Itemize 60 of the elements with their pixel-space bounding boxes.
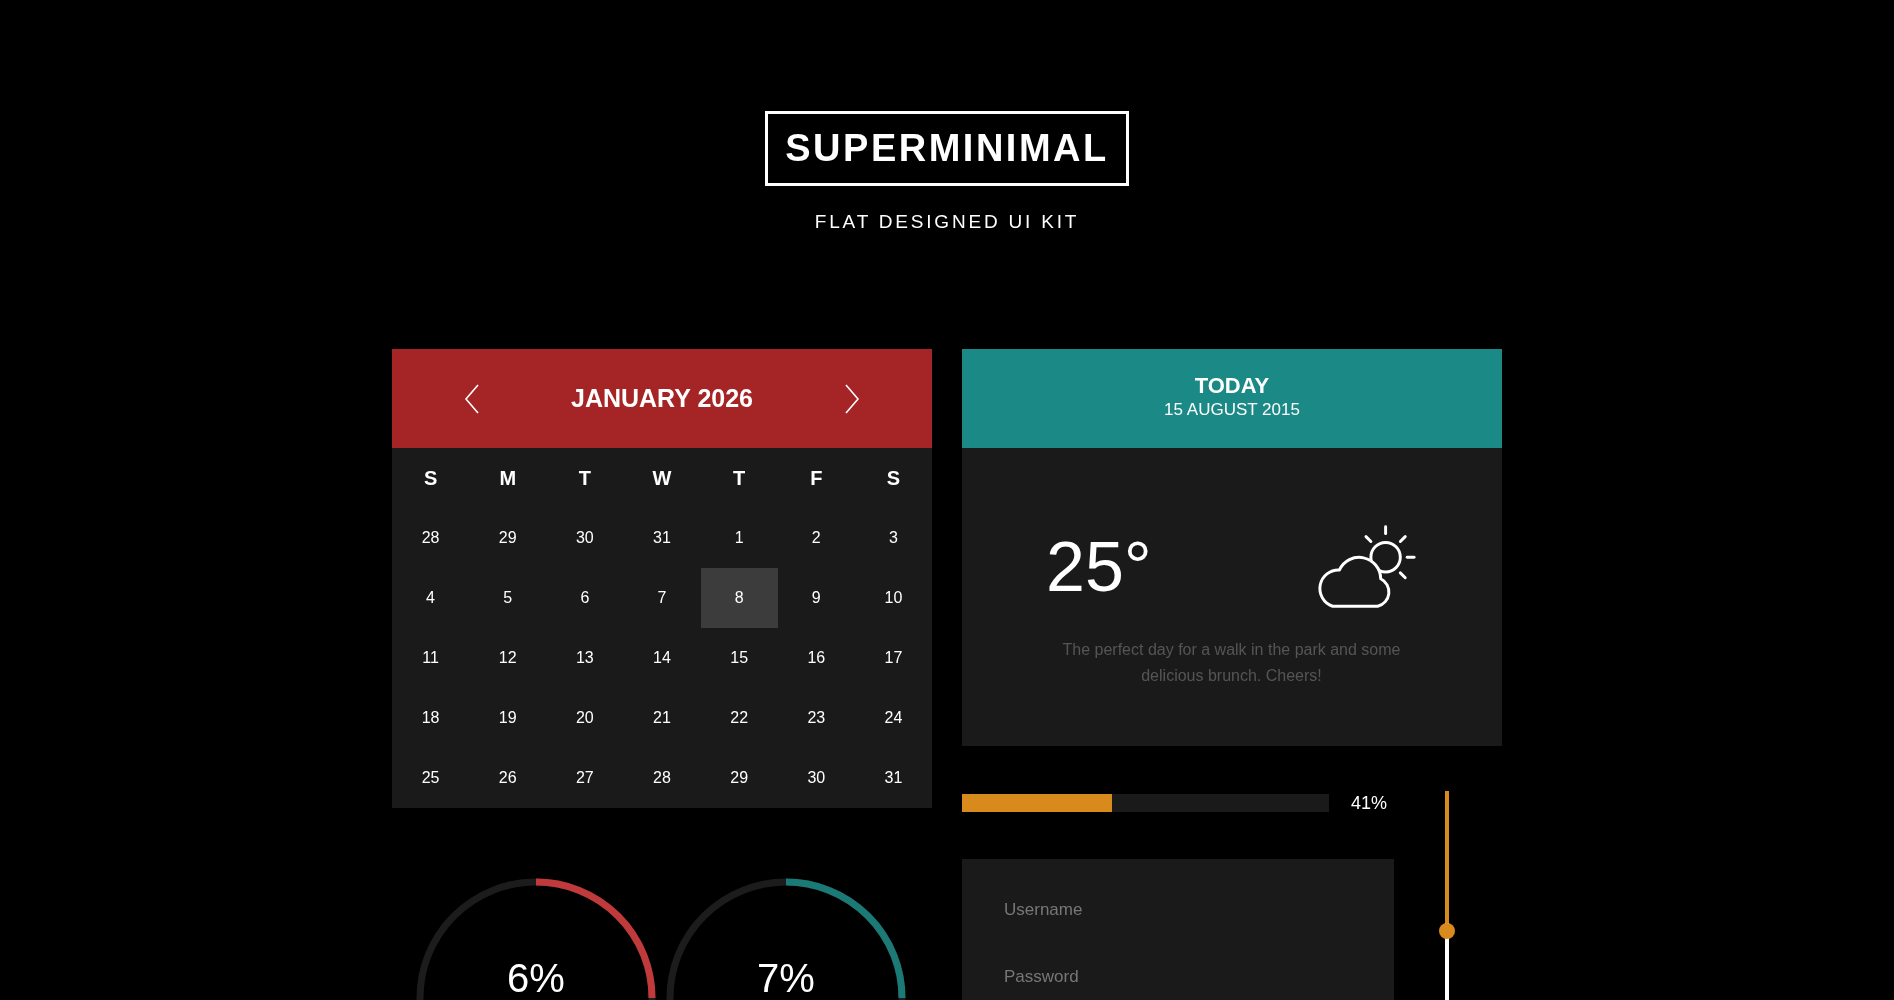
next-month-button[interactable] (844, 383, 860, 414)
text-field[interactable]: Username (962, 859, 1394, 933)
previous-month-button[interactable] (464, 383, 480, 414)
calendar-day[interactable]: 16 (777, 628, 855, 688)
calendar-day[interactable]: 9 (777, 568, 855, 628)
weekday-label: S (886, 466, 901, 490)
chevron-left-icon (464, 383, 480, 414)
calendar-day[interactable]: 28 (392, 508, 470, 568)
calendar-day[interactable]: 27 (546, 748, 624, 808)
calendar-day[interactable]: 11 (392, 628, 470, 688)
calendar-day[interactable]: 30 (546, 508, 624, 568)
weekday-label: T (733, 466, 746, 490)
calendar-day[interactable]: 21 (623, 688, 701, 748)
calendar-day[interactable]: 24 (854, 688, 932, 748)
slider-thumb[interactable] (1439, 923, 1455, 939)
weekday-label: W (652, 466, 672, 490)
calendar-day[interactable]: 19 (469, 688, 547, 748)
calendar-day[interactable]: 18 (392, 688, 470, 748)
slider-track[interactable] (1445, 791, 1449, 1000)
calendar-day[interactable]: 31 (854, 748, 932, 808)
calendar-day[interactable]: 13 (546, 628, 624, 688)
calendar-day[interactable]: 23 (777, 688, 855, 748)
calendar-day[interactable]: 15 (700, 628, 778, 688)
calendar-day[interactable]: 14 (623, 628, 701, 688)
ring-percentage: 7% (757, 958, 815, 998)
calendar-day[interactable]: 10 (854, 568, 932, 628)
weather-description: The perfect day for a walk in the park and some delicious brunch. Cheers! (1061, 640, 1402, 686)
calendar-day[interactable]: 12 (469, 628, 547, 688)
calendar-day[interactable]: 5 (469, 568, 547, 628)
calendar-day[interactable]: 4 (392, 568, 470, 628)
calendar-day[interactable]: 6 (546, 568, 624, 628)
progress-label: 41% (1351, 792, 1388, 814)
calendar-day[interactable]: 29 (700, 748, 778, 808)
weekday-label: M (499, 466, 517, 490)
logo: SUPERMINIMAL (765, 111, 1129, 186)
calendar-day[interactable]: 1 (700, 508, 778, 568)
calendar-day[interactable]: 31 (623, 508, 701, 568)
text-field[interactable]: Password (962, 933, 1394, 1000)
calendar-day[interactable]: 8 (700, 568, 778, 628)
weather-title: TODAY (1194, 372, 1270, 399)
calendar-day[interactable]: 22 (700, 688, 778, 748)
temperature: 25° (1046, 531, 1152, 602)
calendar-day[interactable]: 28 (623, 748, 701, 808)
calendar-day[interactable]: 25 (392, 748, 470, 808)
calendar-day[interactable]: 2 (777, 508, 855, 568)
calendar-day[interactable]: 7 (623, 568, 701, 628)
weekday-label: F (810, 466, 823, 490)
calendar-day[interactable]: 17 (854, 628, 932, 688)
calendar-day[interactable]: 30 (777, 748, 855, 808)
calendar-day[interactable]: 3 (854, 508, 932, 568)
subtitle: FLAT DESIGNED UI KIT (814, 211, 1080, 233)
calendar-day[interactable]: 20 (546, 688, 624, 748)
month-title: JANUARY 2026 (571, 384, 753, 413)
ring-percentage: 6% (507, 958, 565, 998)
calendar-day[interactable]: 29 (469, 508, 547, 568)
weekday-label: T (578, 466, 591, 490)
weather-date: 15 AUGUST 2015 (1164, 398, 1300, 421)
weekday-label: S (423, 466, 438, 490)
calendar-day[interactable]: 26 (469, 748, 547, 808)
chevron-right-icon (844, 383, 860, 414)
